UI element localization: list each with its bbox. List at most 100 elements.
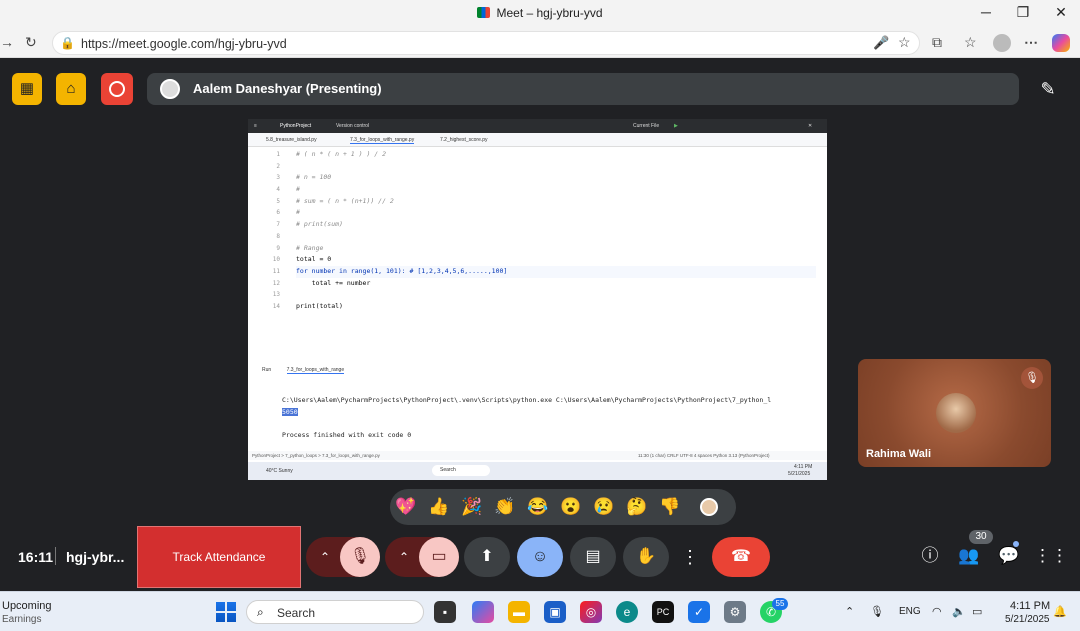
tray-mic-icon[interactable]: 🎙 — [870, 605, 884, 618]
line-number: 14 — [272, 302, 280, 310]
line-number: 11 — [272, 267, 280, 275]
instagram-icon[interactable]: ◎ — [580, 601, 602, 623]
maximize-icon[interactable]: ❐ — [1008, 4, 1038, 21]
audio-options-chevron-icon[interactable]: ⌃ — [308, 537, 342, 577]
widget-title[interactable]: Upcoming — [2, 600, 52, 612]
line-number: 7 — [276, 221, 280, 229]
windows-start-icon[interactable] — [216, 602, 236, 622]
mic-control: ⌃ 🎙 — [306, 537, 380, 577]
code-line: # n = 100 — [296, 173, 332, 182]
line-number: 4 — [276, 186, 280, 194]
tab-title-row[interactable]: Meet – hgj-ybru-yvd — [0, 6, 1080, 20]
whatsapp-badge: 55 — [772, 598, 788, 610]
ide-vcs: Version control — [336, 123, 370, 129]
reaction-thinking[interactable]: 🤔 — [625, 495, 649, 519]
captions-button[interactable]: ▤ — [570, 537, 616, 577]
edge-icon[interactable]: e — [616, 601, 638, 623]
end-call-button[interactable]: ☎ — [712, 537, 770, 577]
ide-header: ≡ PythonProject Version control Current … — [248, 119, 827, 133]
forward-icon[interactable]: → — [0, 34, 14, 50]
output-line: C:\Users\Aalem\PycharmProjects\PythonPro… — [282, 396, 772, 404]
notification-bell-icon[interactable]: 🔔 — [1053, 605, 1067, 618]
lock-icon[interactable]: 🔒 — [60, 36, 75, 50]
reaction-heart[interactable]: 💖 — [394, 495, 418, 519]
reactions-button[interactable]: ☺ — [517, 537, 563, 577]
ide-close-icon: ✕ — [808, 123, 813, 129]
copilot-app-icon[interactable] — [472, 601, 494, 623]
reactions-bar: 💖 👍 🎉 👏 😂 😮 😢 🤔 👎 — [390, 489, 736, 525]
ide-tab: 7.2_highest_score.py — [440, 137, 488, 143]
video-options-chevron-icon[interactable]: ⌃ — [387, 537, 421, 577]
taskbar-time[interactable]: 4:11 PM — [1010, 600, 1050, 612]
activities-grid-icon[interactable]: ⋮⋮ — [1034, 542, 1068, 570]
taskbar-date[interactable]: 5/21/2025 — [1005, 614, 1050, 625]
widget-subtitle[interactable]: Earnings — [2, 614, 41, 625]
ide-project: PythonProject — [280, 123, 312, 129]
code-line: # — [296, 185, 300, 194]
presenter-label: Aalem Daneshyar (Presenting) — [193, 81, 382, 96]
line-number: 10 — [272, 256, 280, 264]
address-bar: → ↻ 🔒 https://meet.google.com/hgj-ybru-y… — [0, 28, 1080, 58]
reaction-thumbs-up[interactable]: 👍 — [427, 495, 451, 519]
reaction-party[interactable]: 🎉 — [460, 495, 484, 519]
language-indicator[interactable]: ENG — [899, 606, 921, 617]
extensions-icon[interactable]: ⧉ — [932, 34, 942, 51]
mic-off-button[interactable]: 🎙 — [340, 537, 380, 577]
favorites-icon[interactable]: ☆ — [964, 34, 977, 51]
microphone-icon[interactable]: 🎤 — [873, 35, 889, 51]
recording-icon[interactable] — [101, 73, 133, 105]
close-icon[interactable]: ✕ — [1046, 4, 1076, 21]
store-icon[interactable]: ▣ — [544, 601, 566, 623]
captions-off-icon[interactable]: ▦ — [12, 73, 42, 105]
line-number: 1 — [276, 151, 280, 158]
participant-tile[interactable]: 🎙 Rahima Wali — [858, 359, 1051, 467]
settings-icon[interactable]: ⚙ — [724, 601, 746, 623]
reaction-thumbs-down[interactable]: 👎 — [658, 495, 682, 519]
reload-icon[interactable]: ↻ — [25, 34, 37, 51]
line-number: 12 — [272, 279, 280, 287]
minimize-icon[interactable]: ─ — [971, 4, 1001, 20]
code-line: # ( n * ( n + 1 ) ) / 2 — [296, 150, 387, 158]
line-gutter: 1 2 3 4 5 6 7 8 9 10 11 12 13 14 — [262, 149, 280, 349]
more-options-button[interactable]: ⋮ — [680, 537, 700, 577]
annotate-pen-icon[interactable]: ✎ — [1032, 73, 1064, 105]
present-screen-button[interactable]: ⬆ — [464, 537, 510, 577]
wifi-icon[interactable]: ◠ — [932, 605, 942, 618]
participant-name: Rahima Wali — [866, 448, 931, 460]
camera-off-button[interactable]: ▭ — [419, 537, 459, 577]
reaction-laugh[interactable]: 😂 — [526, 495, 550, 519]
favorite-star-icon[interactable]: ☆ — [898, 34, 911, 51]
taskbar-search[interactable]: ⌕ Search — [246, 600, 424, 624]
file-explorer-icon[interactable]: ▬ — [508, 601, 530, 623]
reaction-clap[interactable]: 👏 — [493, 495, 517, 519]
meeting-info-icon[interactable]: ⓘ — [916, 542, 944, 570]
todo-icon[interactable]: ✓ — [688, 601, 710, 623]
run-panel-header: Run 7.3_for_loops_with_range — [262, 367, 345, 374]
participant-avatar — [936, 393, 976, 433]
code-line: print(total) — [296, 301, 343, 310]
chat-icon[interactable]: 💬 — [995, 542, 1023, 570]
browser-titlebar: Meet – hgj-ybru-yvd ─ ❐ ✕ — [0, 0, 1080, 28]
output-line: Process finished with exit code 0 — [282, 431, 412, 440]
profile-avatar[interactable] — [993, 34, 1011, 52]
shared-search: Search — [432, 465, 490, 476]
presenter-avatar — [160, 79, 180, 99]
output-result: 5050 — [282, 407, 298, 416]
people-icon[interactable]: 👥 — [955, 542, 983, 570]
reaction-surprised[interactable]: 😮 — [559, 495, 583, 519]
tray-overflow-icon[interactable]: ⌃ — [845, 605, 854, 618]
copilot-icon[interactable] — [1052, 34, 1070, 52]
code-line: # sum = ( n * (n+1)) // 2 — [296, 196, 394, 205]
pycharm-icon[interactable]: PC — [652, 601, 674, 623]
battery-icon[interactable]: ▭ — [972, 605, 982, 618]
track-attendance-button[interactable]: Track Attendance — [137, 526, 301, 588]
raise-hand-button[interactable]: ✋ — [623, 537, 669, 577]
breakout-icon[interactable]: ⌂ — [56, 73, 86, 105]
skin-tone-icon[interactable] — [700, 498, 718, 516]
volume-icon[interactable]: 🔈 — [952, 605, 966, 618]
line-number: 6 — [276, 209, 280, 217]
url-field[interactable]: 🔒 https://meet.google.com/hgj-ybru-yvd 🎤… — [52, 31, 920, 55]
reaction-sad[interactable]: 😢 — [592, 495, 616, 519]
more-options-icon[interactable]: ⋯ — [1024, 34, 1038, 51]
task-view-icon[interactable]: ▪ — [434, 601, 456, 623]
